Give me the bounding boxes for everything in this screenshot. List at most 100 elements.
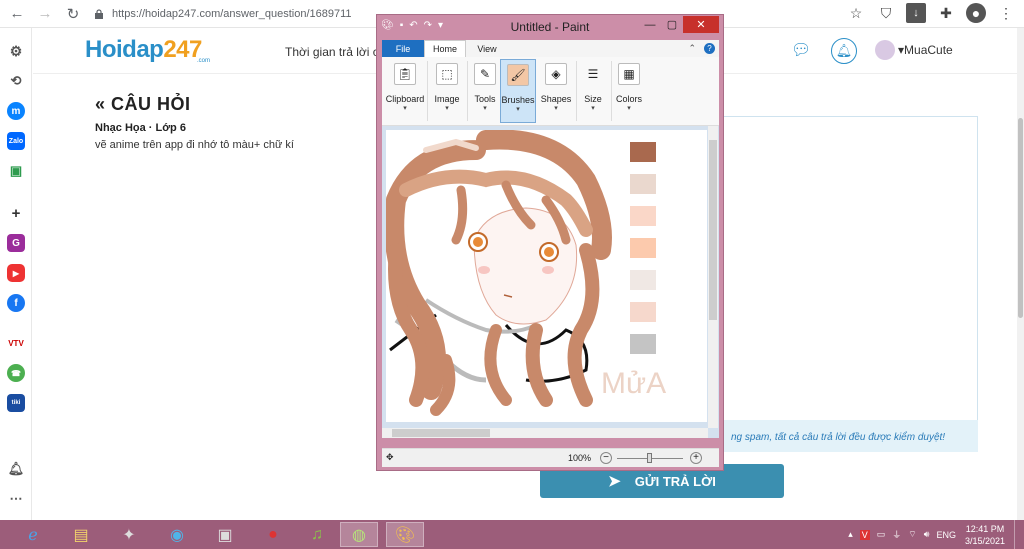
group-clipboard[interactable]: 📋︎ Clipboard ▾ bbox=[386, 59, 424, 123]
color-swatch[interactable] bbox=[630, 174, 656, 194]
size-icon: ☰ bbox=[587, 67, 599, 81]
video-icon[interactable]: ▣ bbox=[206, 522, 244, 547]
send-icon: ➤ bbox=[608, 473, 621, 490]
collapse-ribbon-icon[interactable]: ⌃ bbox=[688, 43, 696, 54]
paint-task-icon[interactable]: 🎨︎ bbox=[386, 522, 424, 547]
zoom-in-icon[interactable]: + bbox=[690, 452, 702, 464]
tab-view[interactable]: View bbox=[466, 40, 508, 57]
group-colors[interactable]: ▦ Colors ▾ bbox=[614, 59, 644, 123]
answer-editor[interactable] bbox=[723, 116, 978, 452]
username[interactable]: ▾MuaCute bbox=[898, 43, 953, 57]
colors-icon: ▦ bbox=[618, 63, 640, 85]
select-icon: ⬚ bbox=[436, 63, 458, 85]
page-title: « CÂU HỎI bbox=[95, 94, 191, 114]
color-swatch[interactable] bbox=[630, 238, 656, 258]
zoom-out-icon[interactable]: − bbox=[600, 452, 612, 464]
taskbar: ℯ ▤ ✦ ◉ ▣ ● ♫ ◍ 🎨︎ ▴ V ▭ ⏚ ⌔ 🔊︎ ENG 12:4… bbox=[0, 520, 1024, 549]
v-icon[interactable]: V bbox=[859, 529, 870, 540]
color-swatch[interactable] bbox=[630, 142, 656, 162]
volume-icon[interactable]: 🔊︎ bbox=[924, 529, 930, 540]
menu-icon[interactable]: ⋮ bbox=[996, 3, 1016, 23]
add-icon[interactable]: + bbox=[7, 204, 25, 222]
signature: MửA bbox=[601, 367, 666, 400]
canvas-vscroll[interactable] bbox=[708, 126, 718, 428]
network-icon[interactable]: ▭ bbox=[877, 529, 886, 540]
vtv-icon[interactable]: VTV bbox=[7, 334, 25, 352]
chat-icon[interactable]: ☎ bbox=[7, 364, 25, 382]
paint-statusbar: ✥ 100% − + bbox=[382, 448, 719, 467]
game-icon[interactable]: ▣ bbox=[7, 162, 25, 180]
clock[interactable]: 12:41 PM 3/15/2021 bbox=[963, 523, 1007, 547]
color-swatch[interactable] bbox=[630, 206, 656, 226]
back-icon[interactable]: ← bbox=[6, 3, 28, 25]
reload-icon[interactable]: ↻ bbox=[62, 3, 84, 25]
browser-task-icon[interactable]: ◍ bbox=[340, 522, 378, 547]
submit-label: GỬI TRẢ LỜI bbox=[634, 473, 716, 489]
tiki-icon[interactable]: tiki bbox=[7, 394, 25, 412]
tab-file[interactable]: File bbox=[382, 40, 424, 57]
music-icon[interactable]: ♫ bbox=[298, 522, 336, 547]
color-swatch[interactable] bbox=[630, 334, 656, 354]
canvas-hscroll[interactable] bbox=[382, 428, 708, 438]
download-icon[interactable]: ↓ bbox=[906, 3, 926, 23]
group-shapes[interactable]: ◈ Shapes ▾ bbox=[540, 59, 572, 123]
minimize-button[interactable]: — bbox=[639, 16, 661, 33]
address-bar[interactable]: https://hoidap247.com/answer_question/16… bbox=[94, 3, 352, 25]
ribbon-tabs: File Home View ⌃ ? bbox=[382, 40, 719, 57]
anime-drawing: MửA bbox=[386, 130, 666, 416]
group-tools[interactable]: ✎ Tools ▾ bbox=[470, 59, 500, 123]
bookmark-star-icon[interactable]: ☆ bbox=[846, 3, 866, 23]
chat-icon[interactable]: 💬︎ bbox=[791, 40, 813, 62]
history-icon[interactable]: ⟲ bbox=[7, 72, 25, 90]
media-icon[interactable]: ◉ bbox=[158, 522, 196, 547]
browser-sidebar: ⚙ ⟲ m Zalo ▣ + G ▶ f VTV ☎ tiki 🔔︎ ⋯ bbox=[0, 28, 32, 520]
site-logo[interactable]: Hoidap247 bbox=[85, 36, 202, 64]
avatar[interactable] bbox=[875, 40, 895, 60]
help-icon[interactable]: ? bbox=[704, 43, 715, 54]
tray-arrow-icon[interactable]: ▴ bbox=[848, 529, 853, 540]
move-icon: ✥ bbox=[386, 452, 394, 462]
youtube-icon[interactable]: ▶ bbox=[7, 264, 25, 282]
recorder-icon[interactable]: ● bbox=[254, 522, 292, 547]
page-scrollbar[interactable] bbox=[1017, 28, 1024, 520]
brush-icon: 🖌︎ bbox=[507, 64, 529, 86]
shield-icon[interactable]: ⛉ bbox=[876, 3, 896, 23]
zoom-level: 100% bbox=[568, 453, 592, 463]
tool-icon[interactable]: ✦ bbox=[110, 522, 148, 547]
messenger-icon[interactable]: m bbox=[7, 102, 25, 120]
zalo-icon[interactable]: Zalo bbox=[7, 132, 25, 150]
system-tray: ▴ V ▭ ⏚ ⌔ 🔊︎ ENG 12:41 PM 3/15/2021 bbox=[848, 520, 1024, 549]
group-size[interactable]: ☰ Size ▾ bbox=[578, 59, 608, 123]
extensions-icon[interactable]: ✚ bbox=[936, 3, 956, 23]
folder-icon[interactable]: ▤ bbox=[62, 522, 100, 547]
question-subject: Nhạc Họa · Lớp 6 bbox=[95, 122, 186, 134]
ie-icon[interactable]: ℯ bbox=[14, 522, 52, 547]
notification-bell-icon[interactable]: 🔔︎ bbox=[7, 460, 25, 478]
more-icon[interactable]: ⋯ bbox=[7, 490, 25, 508]
tools-icon: ✎ bbox=[474, 63, 496, 85]
group-brushes[interactable]: 🖌︎ Brushes ▾ bbox=[500, 59, 536, 123]
language[interactable]: ENG bbox=[936, 530, 956, 540]
plug-icon[interactable]: ⏚ bbox=[892, 528, 901, 541]
zoom-slider-thumb[interactable] bbox=[647, 453, 652, 463]
facebook-icon[interactable]: f bbox=[7, 294, 25, 312]
maximize-button[interactable]: ▢ bbox=[661, 16, 683, 33]
paint-titlebar[interactable]: 🎨︎ ▪ ↶ ↷ ▾ Untitled - Paint — ▢ ✕ bbox=[377, 15, 723, 39]
color-swatch[interactable] bbox=[630, 270, 656, 290]
group-image[interactable]: ⬚ Image ▾ bbox=[430, 59, 464, 123]
header-timer-text: Thời gian trả lời c bbox=[285, 45, 379, 59]
wifi-icon[interactable]: ⌔ bbox=[908, 529, 916, 540]
g-icon[interactable]: G bbox=[7, 234, 25, 252]
lock-icon bbox=[95, 8, 103, 19]
bell-icon[interactable]: 🔔︎ bbox=[831, 38, 857, 64]
profile-icon[interactable]: ● bbox=[966, 3, 986, 23]
forward-icon[interactable]: → bbox=[34, 3, 56, 25]
show-desktop-button[interactable] bbox=[1014, 520, 1020, 549]
color-swatch[interactable] bbox=[630, 302, 656, 322]
tab-home[interactable]: Home bbox=[424, 40, 466, 57]
close-button[interactable]: ✕ bbox=[683, 16, 719, 33]
url-text: https://hoidap247.com/answer_question/16… bbox=[112, 7, 352, 20]
settings-icon[interactable]: ⚙ bbox=[7, 42, 25, 60]
paint-window: 🎨︎ ▪ ↶ ↷ ▾ Untitled - Paint — ▢ ✕ File H… bbox=[376, 14, 724, 471]
drawing-canvas[interactable]: MửA bbox=[386, 130, 707, 422]
